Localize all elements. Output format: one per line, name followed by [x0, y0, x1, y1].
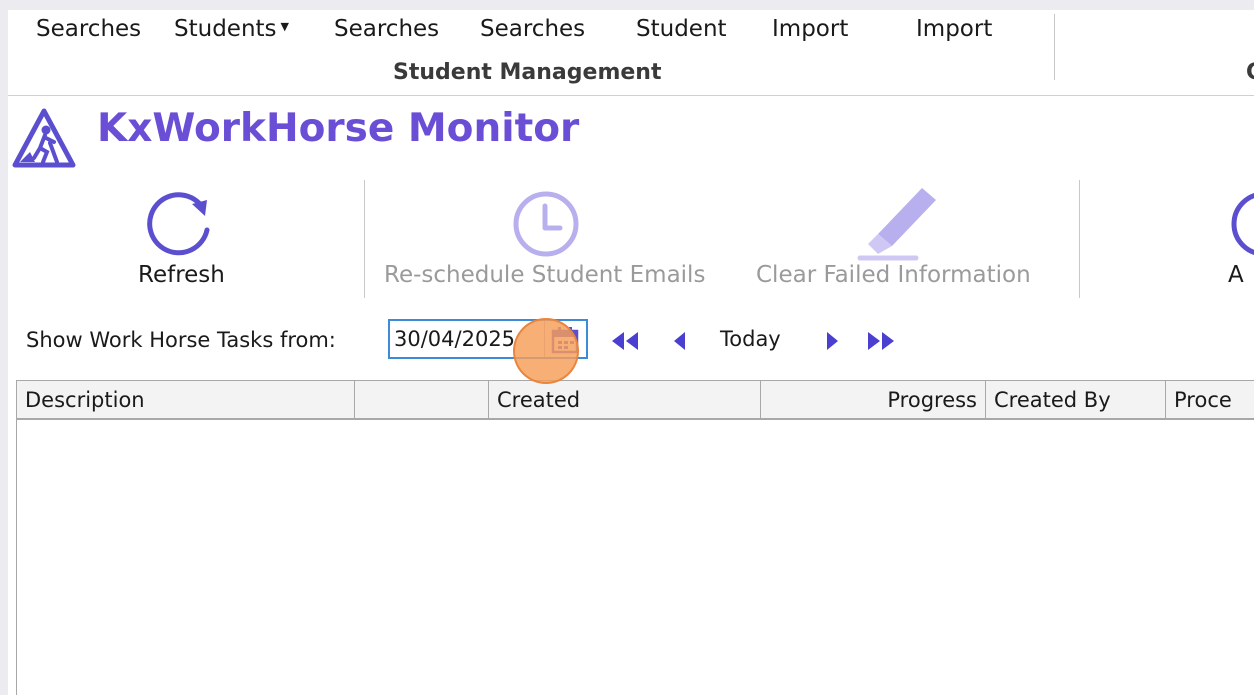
eraser-pen-icon: [857, 188, 936, 261]
clear-failed-label: Clear Failed Information: [756, 262, 1031, 288]
column-header-processed[interactable]: Proce: [1166, 381, 1254, 419]
date-input-divider: [544, 321, 545, 357]
grid-body[interactable]: [17, 420, 1254, 695]
refresh-icon: [147, 192, 210, 256]
first-page-icon[interactable]: [608, 326, 642, 356]
ribbon-import-1[interactable]: Import: [772, 16, 848, 42]
today-button[interactable]: Today: [720, 327, 781, 351]
partial-toolbar-label: A: [1228, 262, 1244, 288]
page-header: KxWorkHorse Monitor: [12, 106, 712, 168]
reschedule-student-emails-button[interactable]: Re-schedule Student Emails: [378, 180, 718, 292]
ribbon: Searches Students ▼ Searches Searches Stu…: [8, 10, 1254, 96]
column-header-description[interactable]: Description: [17, 381, 355, 419]
clock-icon: [513, 191, 579, 257]
column-header-blank[interactable]: [355, 381, 489, 419]
ribbon-searches-1[interactable]: Searches: [36, 16, 141, 42]
next-page-icon[interactable]: [822, 326, 842, 356]
chevron-down-icon: ▼: [280, 20, 289, 33]
date-filter-label: Show Work Horse Tasks from:: [26, 328, 336, 352]
partial-toolbar-button[interactable]: A: [1208, 180, 1254, 292]
ribbon-searches-2[interactable]: Searches: [334, 16, 439, 42]
app-window: Searches Students ▼ Searches Searches Stu…: [8, 10, 1254, 695]
reschedule-label: Re-schedule Student Emails: [384, 262, 706, 288]
calendar-icon[interactable]: [550, 325, 580, 355]
partial-circle-icon: [1231, 193, 1254, 255]
ribbon-group-label-partial: C: [1246, 60, 1254, 85]
refresh-button[interactable]: Refresh: [128, 180, 238, 292]
task-grid: Description Created Progress Created By …: [16, 380, 1254, 695]
last-page-icon[interactable]: [864, 326, 898, 356]
ribbon-searches-3[interactable]: Searches: [480, 16, 585, 42]
toolbar-divider-2: [1079, 180, 1080, 298]
previous-page-icon[interactable]: [670, 326, 690, 356]
page-title: KxWorkHorse Monitor: [97, 106, 580, 151]
ribbon-student[interactable]: Student: [636, 16, 727, 42]
workhorse-warning-icon: [12, 108, 76, 168]
ribbon-group-divider: [1054, 14, 1055, 80]
date-input[interactable]: 30/04/2025: [388, 319, 588, 359]
column-header-created[interactable]: Created: [489, 381, 761, 419]
ribbon-import-2[interactable]: Import: [916, 16, 992, 42]
refresh-label: Refresh: [138, 262, 225, 288]
date-input-value: 30/04/2025: [394, 327, 516, 351]
toolbar-divider: [364, 180, 365, 298]
clear-failed-information-button[interactable]: Clear Failed Information: [748, 180, 1048, 292]
ribbon-students-dropdown[interactable]: Students ▼: [174, 16, 289, 42]
grid-header: Description Created Progress Created By …: [17, 380, 1254, 420]
column-header-created-by[interactable]: Created By: [986, 381, 1166, 419]
column-header-progress[interactable]: Progress: [761, 381, 986, 419]
ribbon-group-label: Student Management: [393, 60, 662, 85]
